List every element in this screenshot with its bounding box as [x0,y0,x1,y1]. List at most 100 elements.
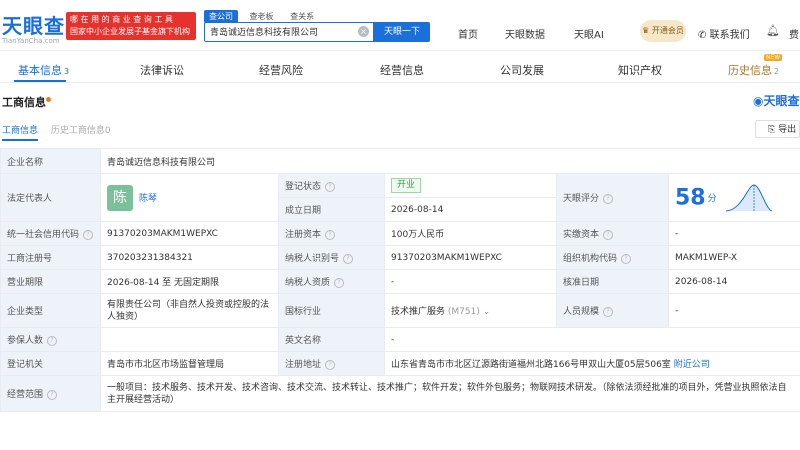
label-text: 统一社会信用代码 [7,230,80,240]
capital-label: 注册资本? [278,221,385,246]
bell-icon[interactable]: 🔔︎ [766,24,780,37]
tab-development[interactable]: 公司发展 [500,62,544,78]
company-name-value: 青岛诚迈信息科技有限公司 [100,148,800,174]
help-icon[interactable]: ? [621,253,632,264]
term-label: 营业期限 [0,269,101,294]
approval-value: 2026-08-14 [668,269,800,294]
tab-basic-info[interactable]: 基本信息 3 [18,62,69,78]
vip-button[interactable]: ♛ 开通会员 [640,20,686,42]
score-value: 58 [675,185,706,210]
founded-label: 成立日期 [278,197,385,222]
crown-icon: ♛ [642,26,650,35]
search-input[interactable] [205,23,365,39]
subtab-business-info[interactable]: 工商信息 [2,126,39,141]
nav-data[interactable]: 天眼数据 [505,26,545,41]
promo-banner[interactable]: 哪 在 用 的 商 业 查 询 工 具 国家中小企业发展子基金旗下机构 [66,12,196,40]
tab-label: 经营信息 [380,64,424,77]
brand-text: 天眼查 [763,94,800,108]
user-menu[interactable]: 费 [789,26,799,41]
label-text: 实缴资本 [563,230,600,240]
table-row: 工商注册号 370203231384321 纳税人识别号? 91370203MA… [0,245,800,270]
legal-rep-cell: 陈陈琴 [100,173,279,222]
en-name-value: - [384,327,800,352]
help-icon[interactable]: ? [325,181,336,192]
legal-rep-label: 法定代表人 [0,173,101,222]
capital-value: 100万人民币 [384,221,557,246]
taxpayer-label: 纳税人资质? [278,269,385,294]
search-button[interactable]: 天眼一下 [374,22,430,42]
tax-id-value: 91370203MAKM1WEPXC [384,245,557,270]
reg-no-value: 370203231384321 [100,245,279,270]
logo-subtitle: TianYanCha.com [2,37,60,45]
tab-label: 经营风险 [259,64,303,77]
export-icon: ⎘ [768,125,776,135]
nav-ai[interactable]: 天眼AI [574,26,604,41]
tab-label: 历史信息 [728,64,772,77]
score-curve-icon [725,183,772,211]
label-text: 天眼评分 [563,194,600,204]
label-text: 登记状态 [285,182,322,192]
tab-ip[interactable]: 知识产权 [618,62,662,78]
industry-value: 技术推广服务 [391,307,446,317]
org-code-label: 组织机构代码? [556,245,669,270]
tab-risk[interactable]: 经营风险 [259,62,303,78]
founded-value: 2026-08-14 [384,197,557,222]
label-text: 注册地址 [285,360,322,370]
type-label: 企业类型 [0,293,101,328]
label-text: 纳税人资质 [285,278,331,288]
nav-home[interactable]: 首页 [458,26,478,41]
score-unit: 分 [707,194,717,204]
subtab-history-info[interactable]: 历史工商信息0 [51,126,111,136]
tab-label: 公司发展 [500,64,544,77]
taxpayer-value: - [384,269,557,294]
export-button[interactable]: ⎘ 导出 [755,120,800,138]
help-icon[interactable]: ? [603,193,614,204]
help-icon[interactable]: ? [343,253,354,264]
clear-icon[interactable]: × [358,26,369,37]
tab-operation[interactable]: 经营信息 [380,62,424,78]
authority-label: 登记机关 [0,351,101,376]
vip-label: 开通会员 [651,26,684,35]
tab-label: 基本信息 [18,64,62,77]
help-icon[interactable]: ? [47,389,58,400]
paid-capital-value: - [668,221,800,246]
contact-us-link[interactable]: ✆ 联系我们 [698,26,750,41]
company-name-label: 企业名称 [0,148,101,174]
address-cell: 山东省青岛市市北区辽源路街道福州北路166号甲双山大厦05层506室 附近公司 [384,351,800,376]
label-text: 组织机构代码 [563,254,618,264]
label-text: 注册资本 [285,230,322,240]
table-row: 登记机关 青岛市市北区市场监督管理局 注册地址? 山东省青岛市市北区辽源路街道福… [0,351,800,376]
tab-history[interactable]: 历史信息 2 [728,62,779,78]
nearby-companies-link[interactable]: 附近公司 [674,360,710,370]
en-name-label: 英文名称 [278,327,385,352]
logo[interactable]: 天眼查 TianYanCha.com [2,10,65,45]
promo-line-2: 国家中小企业发展子基金旗下机构 [70,27,190,36]
table-row: 统一社会信用代码? 91370203MAKM1WEPXC 注册资本? 100万人… [0,221,800,246]
help-icon[interactable]: ? [83,229,94,240]
score-cell[interactable]: 58 分 [668,173,800,222]
table-row: 参保人数? 英文名称 - [0,327,800,352]
help-icon[interactable]: ? [325,359,336,370]
table-row: 企业名称 青岛诚迈信息科技有限公司 [0,148,800,174]
tab-label: 法律诉讼 [140,64,184,77]
insured-value [100,327,279,352]
table-row: 经营范围? 一般项目：技术服务、技术开发、技术咨询、技术交流、技术转让、技术推广… [0,375,800,412]
help-icon[interactable]: ? [334,277,345,288]
industry-code: (M751) [447,307,480,317]
label-text: 参保人数 [7,336,44,346]
help-icon[interactable]: ? [603,229,614,240]
sub-tabs: 工商信息 历史工商信息0 [2,123,111,141]
tab-label: 知识产权 [618,64,662,77]
industry-cell[interactable]: 技术推广服务 (M751) ⌄ [384,293,557,328]
help-icon[interactable]: ? [47,335,58,346]
help-icon[interactable]: ? [325,229,336,240]
top-bar: 天眼查 TianYanCha.com 哪 在 用 的 商 业 查 询 工 具 国… [0,0,800,51]
legal-rep-link[interactable]: 陈琴 [139,194,157,204]
help-icon[interactable]: ? [603,306,614,317]
tab-legal[interactable]: 法律诉讼 [140,62,184,78]
eye-icon: ◉ [753,94,764,108]
info-dot-icon [46,97,51,102]
insured-label: 参保人数? [0,327,101,352]
search-box: × [204,22,374,42]
paid-capital-label: 实缴资本? [556,221,669,246]
